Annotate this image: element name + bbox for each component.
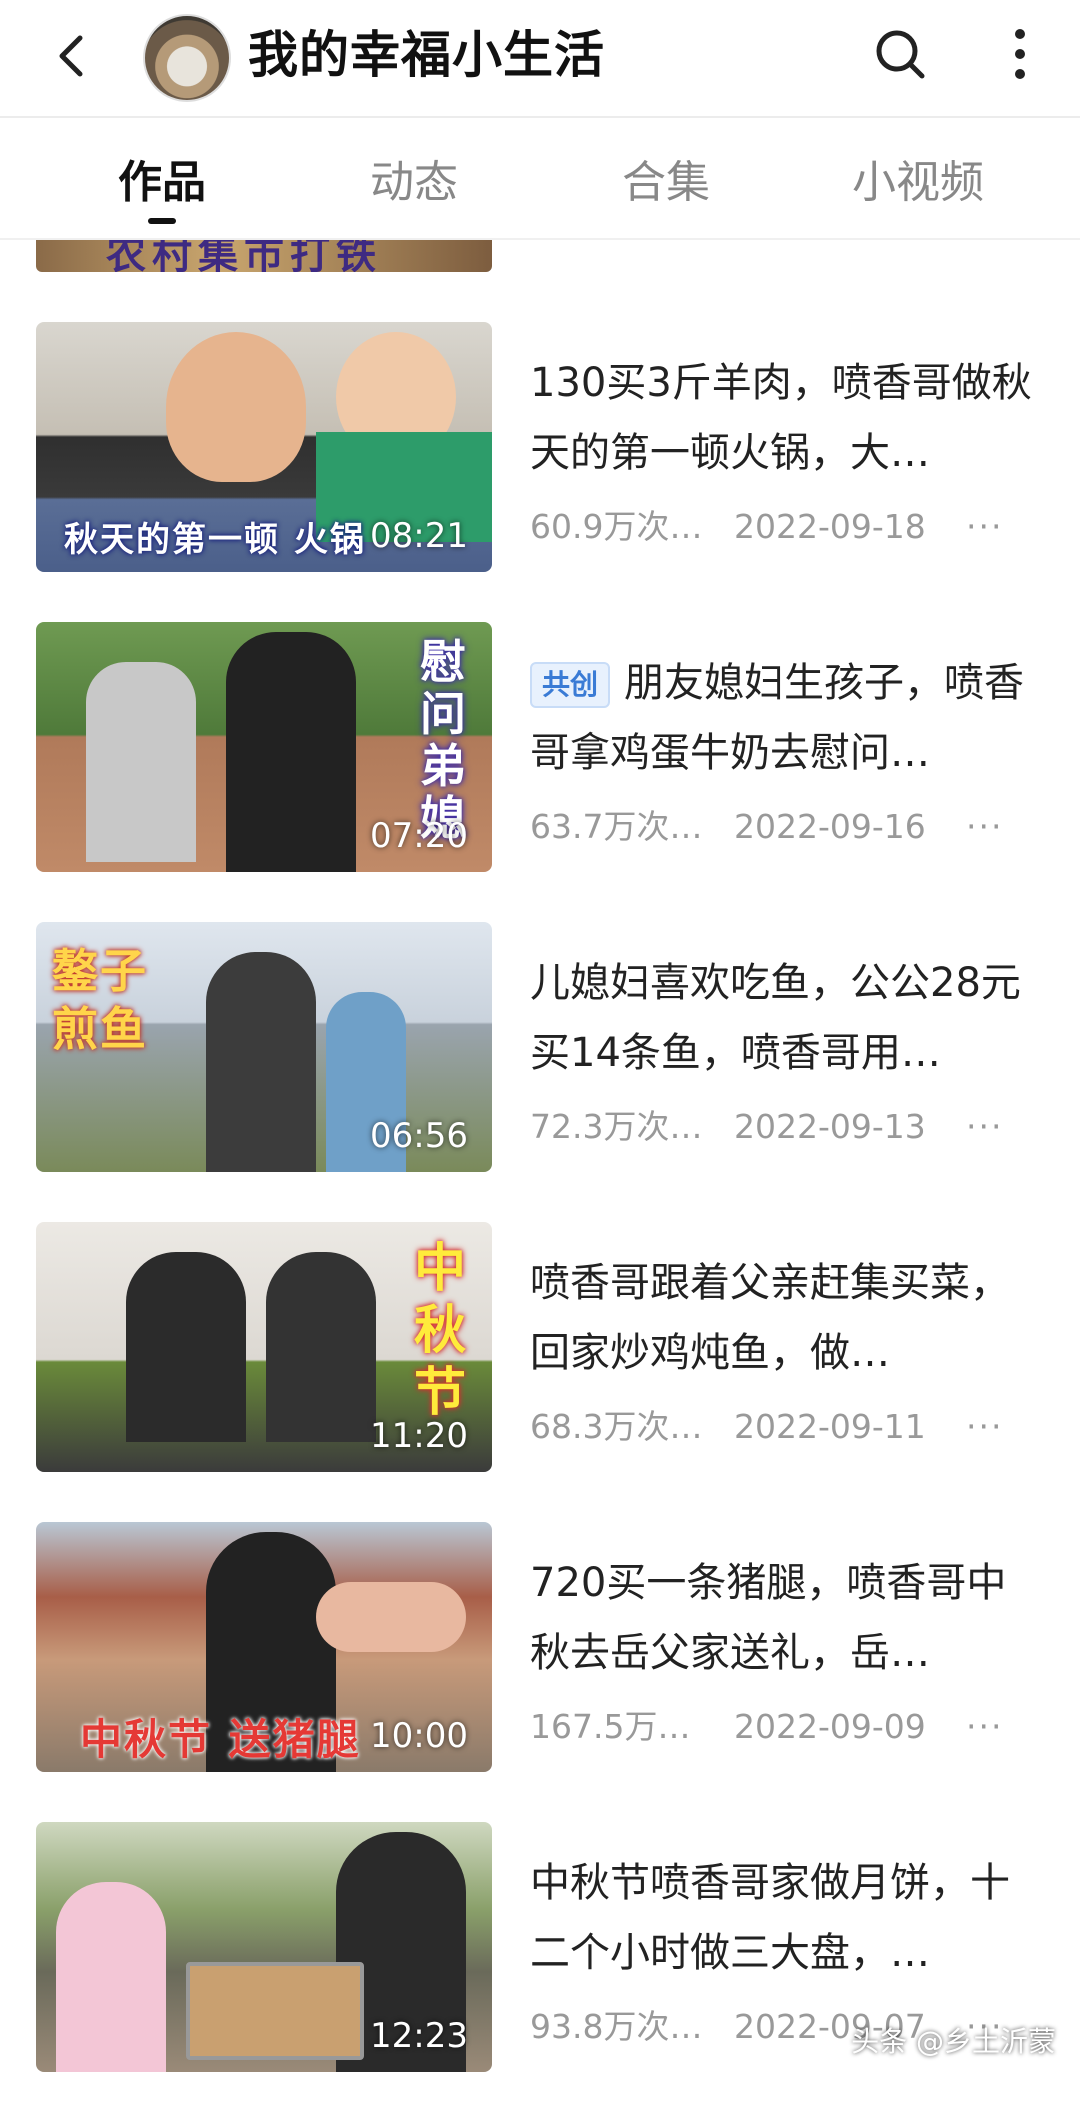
view-count: 68.3万次… <box>530 1407 703 1446</box>
person-figure <box>266 1252 376 1442</box>
view-count: 60.9万次… <box>530 507 703 546</box>
video-thumbnail[interactable]: 12:23 <box>36 1822 492 2072</box>
video-duration: 07:20 <box>370 816 468 856</box>
publish-date: 2022-09-11 <box>734 1407 926 1446</box>
person-figure <box>86 662 196 862</box>
thumbnail-caption: 慰问弟媳 <box>420 635 468 845</box>
thumbnail-caption: 秋天的第一顿 火锅 <box>64 520 366 560</box>
app-header: 我的幸福小生活 <box>0 0 1080 118</box>
video-title[interactable]: 儿媳妇喜欢吃鱼，公公28元买14条鱼，喷香哥用… <box>530 948 1040 1088</box>
person-figure <box>206 952 316 1172</box>
video-list-item[interactable]: 慰问弟媳 07:20 共创 朋友媳妇生孩子，喷香哥拿鸡蛋牛奶去慰问… 63.7万次… <box>0 622 1080 922</box>
video-title[interactable]: 共创 朋友媳妇生孩子，喷香哥拿鸡蛋牛奶去慰问… <box>530 648 1040 788</box>
more-options-icon[interactable]: ··· <box>966 504 1003 550</box>
person-figure <box>56 1882 166 2072</box>
more-vertical-icon[interactable] <box>1000 24 1040 84</box>
person-figure <box>126 1252 246 1442</box>
video-duration: 10:00 <box>370 1716 468 1756</box>
video-title[interactable]: 130买3斤羊肉，喷香哥做秋天的第一顿火锅，大… <box>530 348 1040 488</box>
video-thumbnail[interactable]: 鏊子 煎鱼 06:56 <box>36 922 492 1172</box>
person-figure <box>226 632 356 872</box>
video-duration: 12:23 <box>370 2016 468 2056</box>
more-options-icon[interactable]: ··· <box>966 804 1003 850</box>
page-title: 我的幸福小生活 <box>248 26 605 84</box>
co-creation-badge: 共创 <box>530 662 611 708</box>
video-list-item[interactable]: 中秋节 送猪腿 10:00 720买一条猪腿，喷香哥中秋去岳父家送礼，岳… 16… <box>0 1522 1080 1822</box>
more-options-icon[interactable]: ··· <box>966 1104 1003 1150</box>
chevron-left-icon[interactable] <box>44 26 104 86</box>
thumbnail-caption: 中秋节 <box>414 1239 469 1423</box>
more-options-icon[interactable]: ··· <box>966 1704 1003 1750</box>
video-thumbnail[interactable]: 中秋节 送猪腿 10:00 <box>36 1522 492 1772</box>
video-list-item[interactable]: 鏊子 煎鱼 06:56 儿媳妇喜欢吃鱼，公公28元买14条鱼，喷香哥用… 72.… <box>0 922 1080 1222</box>
video-thumbnail[interactable]: 慰问弟媳 07:20 <box>36 622 492 872</box>
video-thumbnail-partial[interactable]: 农村集市打铁 <box>36 240 492 272</box>
publish-date: 2022-09-13 <box>734 1107 926 1146</box>
tab-works[interactable]: 作品 <box>62 154 262 212</box>
video-list-item[interactable]: 12:23 中秋节喷香哥家做月饼，十二个小时做三大盘，… 93.8万次… 202… <box>0 1822 1080 2122</box>
video-title[interactable]: 喷香哥跟着父亲赶集买菜，回家炒鸡炖鱼，做… <box>530 1248 1040 1388</box>
tab-bar: 作品 动态 合集 小视频 <box>0 118 1080 240</box>
video-duration: 06:56 <box>370 1116 468 1156</box>
view-count: 63.7万次… <box>530 807 703 846</box>
avatar[interactable] <box>143 14 231 102</box>
tab-collections[interactable]: 合集 <box>566 154 766 212</box>
search-icon[interactable] <box>870 24 930 84</box>
thumbnail-caption: 中秋节 送猪腿 <box>80 1715 361 1764</box>
mooncake-tray <box>186 1962 364 2060</box>
pork-leg <box>316 1582 466 1652</box>
video-duration: 08:21 <box>370 516 468 556</box>
more-options-icon[interactable]: ··· <box>966 1404 1003 1450</box>
view-count: 93.8万次… <box>530 2007 703 2046</box>
thumbnail-caption: 农村集市打铁 <box>106 240 382 272</box>
person-figure <box>166 332 306 482</box>
tab-updates[interactable]: 动态 <box>314 154 514 212</box>
view-count: 72.3万次… <box>530 1107 703 1146</box>
publish-date: 2022-09-09 <box>734 1707 926 1746</box>
active-tab-indicator <box>148 218 176 224</box>
video-list-item[interactable]: 秋天的第一顿 火锅 08:21 130买3斤羊肉，喷香哥做秋天的第一顿火锅，大…… <box>0 322 1080 622</box>
publish-date: 2022-09-18 <box>734 507 926 546</box>
video-title[interactable]: 中秋节喷香哥家做月饼，十二个小时做三大盘，… <box>530 1848 1040 1988</box>
view-count: 167.5万… <box>530 1707 691 1746</box>
video-duration: 11:20 <box>370 1416 468 1456</box>
video-title[interactable]: 720买一条猪腿，喷香哥中秋去岳父家送礼，岳… <box>530 1548 1040 1688</box>
publish-date: 2022-09-16 <box>734 807 926 846</box>
video-thumbnail[interactable]: 秋天的第一顿 火锅 08:21 <box>36 322 492 572</box>
thumbnail-caption: 鏊子 煎鱼 <box>52 944 148 1056</box>
video-thumbnail[interactable]: 中秋节 11:20 <box>36 1222 492 1472</box>
video-list-item[interactable]: 中秋节 11:20 喷香哥跟着父亲赶集买菜，回家炒鸡炖鱼，做… 68.3万次… … <box>0 1222 1080 1522</box>
tab-short-videos[interactable]: 小视频 <box>818 154 1018 212</box>
watermark: 头条 @乡土沂蒙 <box>851 2025 1056 2058</box>
